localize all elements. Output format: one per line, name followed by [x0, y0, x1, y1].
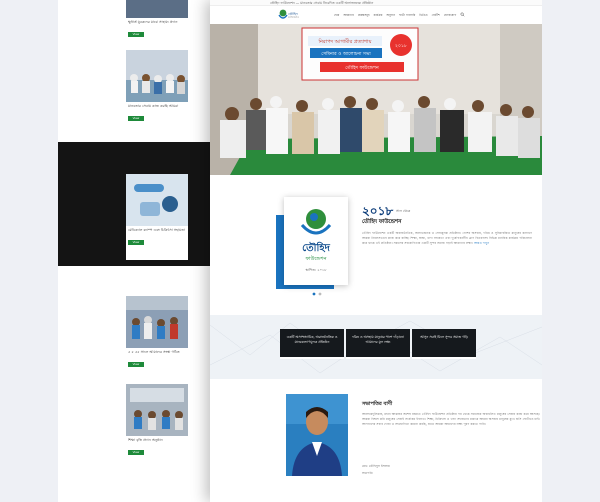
news-card-title: ৫ ৫ ৫৫ সালে আমাদের সংস্থা গঠিত	[128, 350, 180, 354]
banner-line2: সেমিনার ও আলোচনা সভা	[321, 51, 371, 57]
slider-dots[interactable]	[310, 292, 324, 296]
news-card-image	[126, 296, 188, 348]
news-card-title: মেডিক্যাল ক্যাম্প এবং চিকিৎসা সহায়তা	[128, 228, 186, 232]
news-card-title: ক্ষুধার্ত যুবকদের মাঝে সাহায্য প্রদান	[128, 20, 178, 24]
signature-role: সভাপতি	[362, 471, 373, 475]
president-message-section: সভাপতির বাণী আলহামদুলিল্লাহ, মহান আল্লাহ…	[210, 379, 542, 502]
message-paragraph: আলহামদুলিল্লাহ, মহান আল্লাহর অশেষ রহমতে …	[362, 412, 540, 427]
nav-item[interactable]: নোটিশ	[432, 12, 440, 18]
person-avatar	[286, 394, 348, 476]
news-card-title: মানবতার সেবায় কাজ করছি আমরা	[128, 104, 179, 108]
president-photo	[286, 394, 348, 476]
logo-card-subtitle: ফাউন্ডেশন	[305, 256, 327, 262]
intro-paragraph-text: তৌহিদ ফাউন্ডেশন একটি অরাজনৈতিক, অলাভজনক …	[362, 231, 532, 246]
nav-item[interactable]: ফটো গ্যালারি	[399, 12, 415, 18]
intro-section: তৌহিদ ফাউন্ডেশন স্থাপিত: ২০১৮ ২০১৮ সাল থ…	[210, 175, 542, 315]
news-card-button[interactable]: View	[128, 450, 144, 455]
intro-year-sub: সাল থেকে	[396, 209, 411, 213]
news-card-button[interactable]: View	[128, 240, 144, 245]
banner-line3: তৌহিদ ফাউন্ডেশন	[345, 64, 380, 71]
news-card-image	[126, 0, 188, 18]
nav-item[interactable]: কার্যক্রম	[374, 12, 383, 18]
news-card-title: শিক্ষা বৃত্তি প্রদান অনুষ্ঠান	[128, 438, 163, 442]
main-nav: হোম আমাদের প্রকল্পসমূহ কার্যক্রম অনুদান …	[334, 12, 465, 18]
site-header: তৌহিদ ফাউন্ডেশন হোম আমাদের প্রকল্পসমূহ ক…	[210, 6, 542, 24]
right-background	[542, 0, 600, 502]
nav-item[interactable]: অনুদান	[386, 12, 395, 18]
news-card-image	[126, 174, 188, 226]
background-dark-section: মেডিক্যাল ক্যাম্প এবং চিকিৎসা সহায়তা Vi…	[58, 142, 210, 266]
nav-item[interactable]: ভিডিও	[419, 12, 427, 18]
intro-org-name: তৌহিদ ফাউন্ডেশন	[362, 219, 402, 225]
logo-sub: ফাউন্ডেশন	[288, 16, 299, 19]
intro-logo-card: তৌহিদ ফাউন্ডেশন স্থাপিত: ২০১৮	[284, 197, 348, 285]
logo-icon	[278, 9, 288, 19]
news-card-button[interactable]: View	[128, 32, 144, 37]
news-card: ক্ষুধার্ত যুবকদের মাঝে সাহায্য প্রদান Vi…	[126, 0, 188, 44]
nav-item[interactable]: আমাদের	[343, 12, 353, 18]
news-card: মেডিক্যাল ক্যাম্প এবং চিকিৎসা সহায়তা Vi…	[126, 174, 188, 260]
nav-item[interactable]: হোম	[334, 12, 339, 18]
highlight-box: একটি অসাম্প্রদায়িক, অরাজনৈতিক ও মানবকল্…	[280, 329, 344, 359]
site-logo[interactable]: তৌহিদ ফাউন্ডেশন	[278, 7, 304, 23]
intro-paragraph: তৌহিদ ফাউন্ডেশন একটি অরাজনৈতিক, অলাভজনক …	[362, 231, 532, 247]
news-card: শিক্ষা বৃত্তি প্রদান অনুষ্ঠান View	[126, 384, 188, 462]
highlight-band: একটি অসাম্প্রদায়িক, অরাজনৈতিক ও মানবকল্…	[210, 315, 542, 379]
news-card-button[interactable]: View	[128, 116, 144, 121]
banner-line1: নিরাপদ আগামীর প্রত্যাশায়	[317, 38, 372, 45]
read-more-link[interactable]: আরও পড়ুন	[474, 241, 489, 245]
search-icon[interactable]	[460, 12, 465, 17]
banner-badge: ২০১৮	[395, 44, 408, 49]
highlight-box: দরিদ্র ও অসহায় মানুষের পাশে দাঁড়ানো আম…	[346, 329, 410, 359]
website-mockup: তৌহিদ ফাউন্ডেশন — মানবতার সেবায় নিবেদিত…	[210, 0, 542, 502]
news-card-image	[126, 384, 188, 436]
hero-image: নিরাপদ আগামীর প্রত্যাশায় সেমিনার ও আলোচ…	[210, 24, 542, 175]
message-title: সভাপতির বাণী	[362, 401, 393, 407]
highlight-box: আসুন সবাই মিলে সুন্দর সমাজ গড়ি	[412, 329, 476, 359]
news-card-image	[126, 50, 188, 102]
news-card: ৫ ৫ ৫৫ সালে আমাদের সংস্থা গঠিত View	[126, 296, 188, 374]
nav-item[interactable]: যোগাযোগ	[444, 12, 456, 18]
logo-card-year: স্থাপিত: ২০১৮	[305, 268, 327, 272]
nav-item[interactable]: প্রকল্পসমূহ	[358, 12, 370, 18]
signature-name: মোঃ তৌহিদুল ইসলাম	[362, 464, 390, 468]
news-card: মানবতার সেবায় কাজ করছি আমরা View	[126, 50, 188, 128]
news-card-button[interactable]: View	[128, 362, 144, 367]
